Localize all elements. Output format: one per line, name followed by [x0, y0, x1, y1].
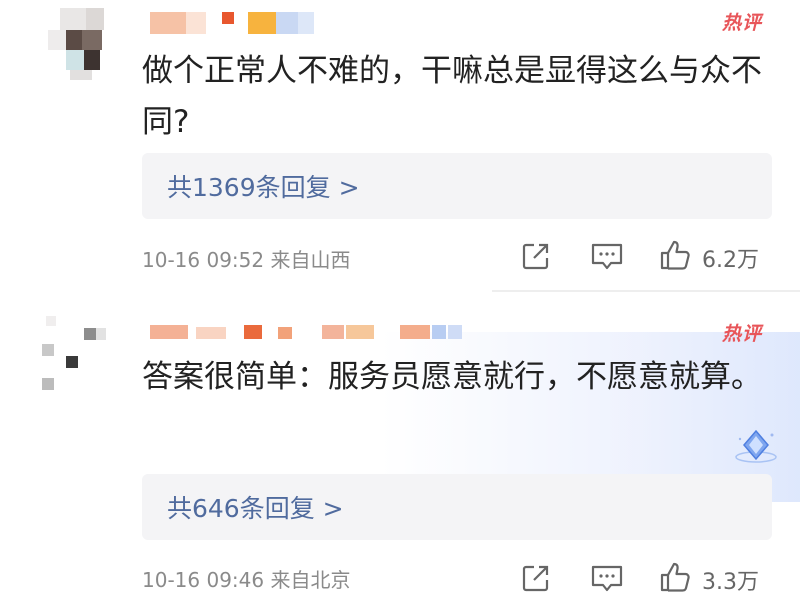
comment-icon[interactable] — [590, 558, 630, 598]
comment-meta: 10-16 09:52 来自山西 — [142, 248, 351, 272]
comment-item: 热评 做个正常人不难的，干嘛总是显得这么与众不同? 共1369条回复 > 10-… — [0, 0, 800, 292]
like-count: 3.3万 — [702, 570, 759, 595]
avatar[interactable] — [38, 316, 138, 396]
comment-text: 答案很简单：服务员愿意就行，不愿意就算。 — [142, 359, 762, 395]
like-count: 6.2万 — [702, 248, 759, 273]
reply-count-link[interactable]: 共1369条回复 > — [167, 168, 360, 204]
comment-text: 做个正常人不难的，干嘛总是显得这么与众不同? — [142, 53, 762, 140]
comment-actions: 3.3万 — [520, 558, 770, 598]
reply-summary[interactable]: 共646条回复 > — [142, 474, 772, 540]
comment-icon[interactable] — [590, 236, 630, 276]
avatar[interactable] — [40, 8, 140, 88]
hot-comment-badge: 热评 — [721, 12, 762, 34]
comment-meta: 10-16 09:46 来自北京 — [142, 568, 351, 592]
comment-actions: 6.2万 — [520, 236, 770, 276]
username[interactable] — [150, 12, 320, 34]
thumbs-up-icon — [660, 240, 690, 270]
like-button[interactable]: 6.2万 — [658, 236, 770, 276]
share-icon[interactable] — [520, 558, 560, 598]
thumbs-up-icon — [660, 562, 690, 592]
like-button[interactable]: 3.3万 — [658, 558, 770, 598]
reply-count-link[interactable]: 共646条回复 > — [167, 489, 344, 525]
diamond-badge-icon — [732, 427, 780, 467]
share-icon[interactable] — [520, 236, 560, 276]
hot-comment-badge: 热评 — [721, 323, 762, 345]
username[interactable] — [150, 325, 470, 339]
reply-summary[interactable]: 共1369条回复 > — [142, 153, 772, 219]
comment-item: 热评 答案很简单：服务员愿意就行，不愿意就算。 共646条回复 > 10-16 … — [0, 292, 800, 595]
